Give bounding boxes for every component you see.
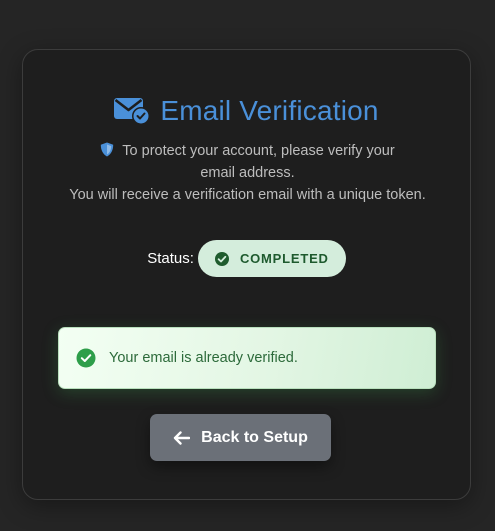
alert-message: Your email is already verified. xyxy=(109,350,298,366)
success-alert: Your email is already verified. xyxy=(58,327,436,389)
page-title: Email Verification xyxy=(23,94,470,128)
info-line-2: You will receive a verification email wi… xyxy=(69,187,426,203)
status-badge: COMPLETED xyxy=(197,240,346,277)
check-circle-icon xyxy=(214,251,229,266)
status-value: COMPLETED xyxy=(239,251,329,266)
status-label: Status: xyxy=(147,250,194,267)
envelope-check-icon xyxy=(114,98,151,125)
status-row: Status: COMPLETED xyxy=(23,240,470,277)
title-text: Email Verification xyxy=(160,95,379,126)
check-circle-icon xyxy=(76,348,96,368)
shield-icon xyxy=(101,142,114,157)
back-button-label: Back to Setup xyxy=(201,428,308,446)
info-text: To protect your account, please verify y… xyxy=(43,140,452,206)
verification-card: Email Verification To protect your accou… xyxy=(22,49,471,500)
info-line-1: To protect your account, please verify y… xyxy=(43,140,452,184)
arrow-left-icon xyxy=(173,430,191,445)
back-to-setup-button[interactable]: Back to Setup xyxy=(150,414,331,461)
info-line-1-text: To protect your account, please verify y… xyxy=(122,143,395,181)
